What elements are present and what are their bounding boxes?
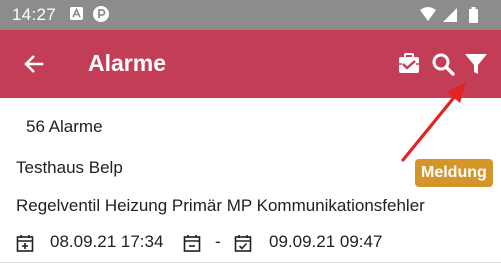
alarm-description: Regelventil Heizung Primär MP Kommunikat… bbox=[16, 196, 425, 215]
date-to: 09.09.21 09:47 bbox=[269, 232, 383, 251]
date-separator: - bbox=[215, 232, 221, 251]
arrow-back-icon[interactable] bbox=[20, 50, 48, 78]
date-from: 08.09.21 17:34 bbox=[50, 232, 164, 251]
calendar-plus-icon bbox=[16, 235, 34, 252]
status-right-icons bbox=[420, 7, 478, 23]
status-bar: 14:27 bbox=[0, 0, 501, 30]
alarm-count: 56 Alarme bbox=[26, 117, 103, 136]
alarm-title: Testhaus Belp bbox=[16, 158, 123, 177]
filter-icon[interactable] bbox=[463, 51, 489, 77]
divider bbox=[0, 262, 501, 263]
app-bar: Alarme bbox=[0, 30, 501, 98]
battery-icon bbox=[469, 7, 478, 23]
notification-p-icon bbox=[93, 6, 109, 22]
report-icon[interactable] bbox=[396, 51, 422, 77]
status-time: 14:27 bbox=[12, 5, 57, 24]
search-icon[interactable] bbox=[430, 51, 456, 77]
signal-icon bbox=[443, 8, 457, 22]
calendar-minus-icon bbox=[183, 235, 201, 252]
wifi-icon bbox=[420, 7, 436, 21]
notification-a-icon bbox=[70, 7, 83, 20]
page-title: Alarme bbox=[88, 50, 166, 76]
status-badge: Meldung bbox=[415, 159, 493, 187]
calendar-check-icon bbox=[234, 235, 252, 252]
